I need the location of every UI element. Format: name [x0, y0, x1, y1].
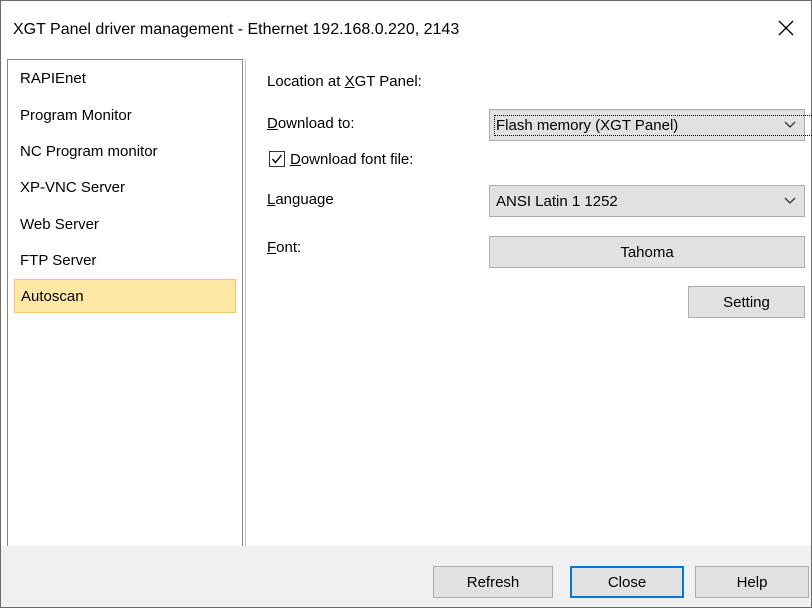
- check-icon: [271, 154, 283, 164]
- font-select-button[interactable]: Tahoma: [489, 236, 805, 268]
- setting-button[interactable]: Setting: [688, 286, 805, 318]
- dialog-window: XGT Panel driver management - Ethernet 1…: [0, 0, 812, 608]
- download-to-select[interactable]: Flash memory (XGT Panel): [489, 109, 812, 141]
- sidebar-item-nc-program-monitor[interactable]: NC Program monitor: [14, 135, 236, 169]
- sidebar-item-ftp-server[interactable]: FTP Server: [14, 244, 236, 278]
- close-icon: [778, 20, 794, 36]
- chevron-down-icon: [784, 197, 796, 204]
- refresh-button[interactable]: Refresh: [433, 566, 553, 598]
- driver-list: RAPIEnet Program Monitor NC Program moni…: [7, 59, 243, 549]
- chevron-down-icon: [784, 121, 796, 128]
- close-window-button[interactable]: [771, 13, 801, 43]
- language-label: Language: [267, 191, 334, 208]
- sidebar-item-autoscan[interactable]: Autoscan: [14, 279, 236, 313]
- language-value: ANSI Latin 1 1252: [496, 193, 618, 210]
- download-to-value: Flash memory (XGT Panel): [493, 115, 812, 136]
- location-label: Location at XGT Panel:: [267, 73, 422, 90]
- close-button[interactable]: Close: [570, 566, 684, 598]
- sidebar-item-program-monitor[interactable]: Program Monitor: [14, 99, 236, 133]
- font-label: Font:: [267, 239, 302, 256]
- window-title: XGT Panel driver management - Ethernet 1…: [13, 21, 460, 38]
- sidebar-item-rapienet[interactable]: RAPIEnet: [14, 62, 236, 96]
- download-font-label[interactable]: Download font file:: [290, 151, 413, 168]
- panel-divider: [245, 59, 246, 547]
- help-button[interactable]: Help: [695, 566, 809, 598]
- title-bar: XGT Panel driver management - Ethernet 1…: [1, 1, 811, 59]
- download-to-label: Download to:: [267, 115, 355, 132]
- download-font-checkbox[interactable]: [269, 151, 285, 167]
- sidebar-item-web-server[interactable]: Web Server: [14, 208, 236, 242]
- dialog-footer: [1, 546, 811, 607]
- language-select[interactable]: ANSI Latin 1 1252: [489, 185, 805, 217]
- sidebar-item-xp-vnc-server[interactable]: XP-VNC Server: [14, 171, 236, 205]
